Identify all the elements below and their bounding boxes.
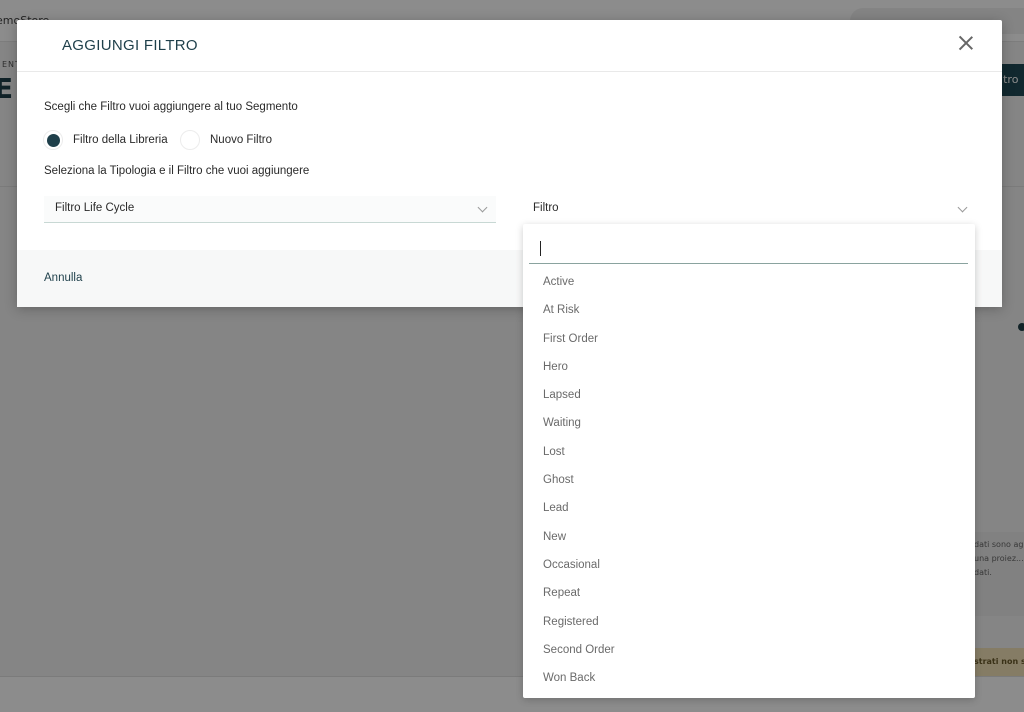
dropdown-option[interactable]: Lead [523,494,975,522]
dropdown-option[interactable]: Second Order [523,636,975,664]
cancel-button[interactable]: Annulla [44,272,82,284]
dropdown-option[interactable]: Hero [523,353,975,381]
dropdown-option[interactable]: New [523,523,975,551]
dropdown-option[interactable]: Waiting [523,409,975,437]
filter-select-value: Filtro [533,202,559,214]
dropdown-search-input[interactable] [529,234,968,264]
modal-title: AGGIUNGI FILTRO [62,37,198,54]
filter-select[interactable]: Filtro [522,196,975,223]
filter-type-select[interactable]: Filtro Life Cycle [44,196,496,223]
dropdown-option[interactable]: Active [523,268,975,296]
dropdown-option[interactable]: Registered [523,608,975,636]
dropdown-option[interactable]: Won Back [523,664,975,692]
dropdown-option[interactable]: Lost [523,438,975,466]
modal-header: AGGIUNGI FILTRO [17,20,1002,72]
segment-question: Scegli che Filtro vuoi aggiungere al tuo… [44,101,298,113]
radio-library-label: Filtro della Libreria [73,134,168,146]
dropdown-option[interactable]: Occasional [523,551,975,579]
dropdown-option[interactable]: At Risk [523,296,975,324]
dropdown-option-list: Active At Risk First Order Hero Lapsed Waitin… [523,268,975,692]
filter-dropdown-panel: Active At Risk First Order Hero Lapsed Waitin… [523,224,975,698]
radio-unselected-icon [180,130,200,150]
radio-library-filter[interactable]: Filtro della Libreria [43,130,168,150]
type-question: Seleziona la Tipologia e il Filtro che v… [44,165,310,177]
dropdown-option[interactable]: Ghost [523,466,975,494]
chevron-down-icon [957,202,968,213]
chevron-down-icon [477,202,488,213]
dropdown-option[interactable]: First Order [523,325,975,353]
radio-new-filter[interactable]: Nuovo Filtro [180,130,272,150]
text-cursor [540,241,541,256]
radio-new-label: Nuovo Filtro [210,134,272,146]
dropdown-option[interactable]: Repeat [523,579,975,607]
close-icon[interactable] [957,34,975,52]
dropdown-option[interactable]: Lapsed [523,381,975,409]
filter-type-value: Filtro Life Cycle [55,202,135,214]
radio-selected-icon [43,130,63,150]
